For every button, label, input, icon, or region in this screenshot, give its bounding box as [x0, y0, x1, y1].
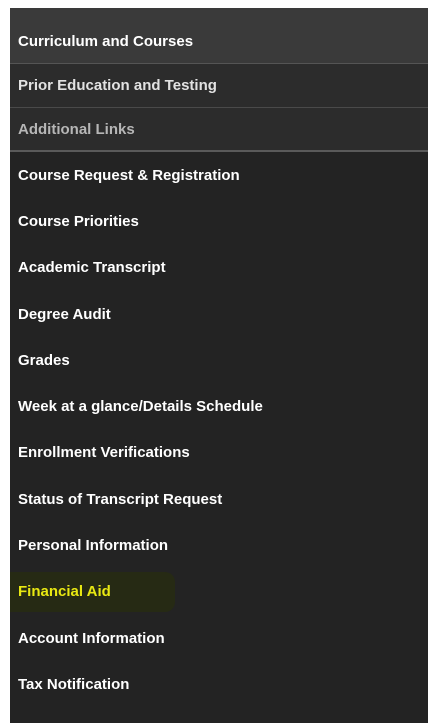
link-academic-transcript[interactable]: Academic Transcript — [10, 245, 428, 291]
link-financial-aid[interactable]: Financial Aid — [10, 569, 428, 615]
tab-label: Additional Links — [18, 120, 135, 138]
navigation-panel: Curriculum and Courses Prior Education a… — [10, 8, 428, 723]
link-label: Financial Aid — [18, 583, 111, 601]
link-tax-notification[interactable]: Tax Notification — [10, 661, 428, 707]
link-personal-information[interactable]: Personal Information — [10, 522, 428, 568]
tab-label: Curriculum and Courses — [18, 33, 194, 50]
link-label: Course Priorities — [18, 212, 139, 230]
tab-prior-education-and-testing[interactable]: Prior Education and Testing — [10, 64, 428, 108]
link-label: Enrollment Verifications — [18, 444, 190, 462]
link-label: Personal Information — [18, 537, 169, 555]
link-status-of-transcript-request[interactable]: Status of Transcript Request — [10, 476, 428, 522]
link-week-at-a-glance[interactable]: Week at a glance/Details Schedule — [10, 383, 428, 429]
link-enrollment-verifications[interactable]: Enrollment Verifications — [10, 430, 428, 476]
link-label: Tax Notification — [18, 675, 130, 693]
link-course-request-registration[interactable]: Course Request & Registration — [10, 152, 428, 198]
links-list: Course Request & Registration Course Pri… — [10, 152, 428, 708]
link-label: Course Request & Registration — [18, 166, 240, 184]
link-grades[interactable]: Grades — [10, 337, 428, 383]
link-label: Week at a glance/Details Schedule — [18, 398, 263, 416]
link-label: Degree Audit — [18, 305, 111, 323]
link-label: Grades — [18, 351, 70, 369]
tab-curriculum-and-courses[interactable]: Curriculum and Courses — [10, 8, 428, 64]
link-label: Status of Transcript Request — [18, 490, 223, 508]
link-label: Account Information — [18, 629, 165, 647]
link-account-information[interactable]: Account Information — [10, 615, 428, 661]
link-label: Academic Transcript — [18, 259, 166, 277]
tab-additional-links[interactable]: Additional Links — [10, 108, 428, 152]
link-course-priorities[interactable]: Course Priorities — [10, 198, 428, 244]
tab-label: Prior Education and Testing — [18, 77, 217, 94]
link-degree-audit[interactable]: Degree Audit — [10, 291, 428, 337]
